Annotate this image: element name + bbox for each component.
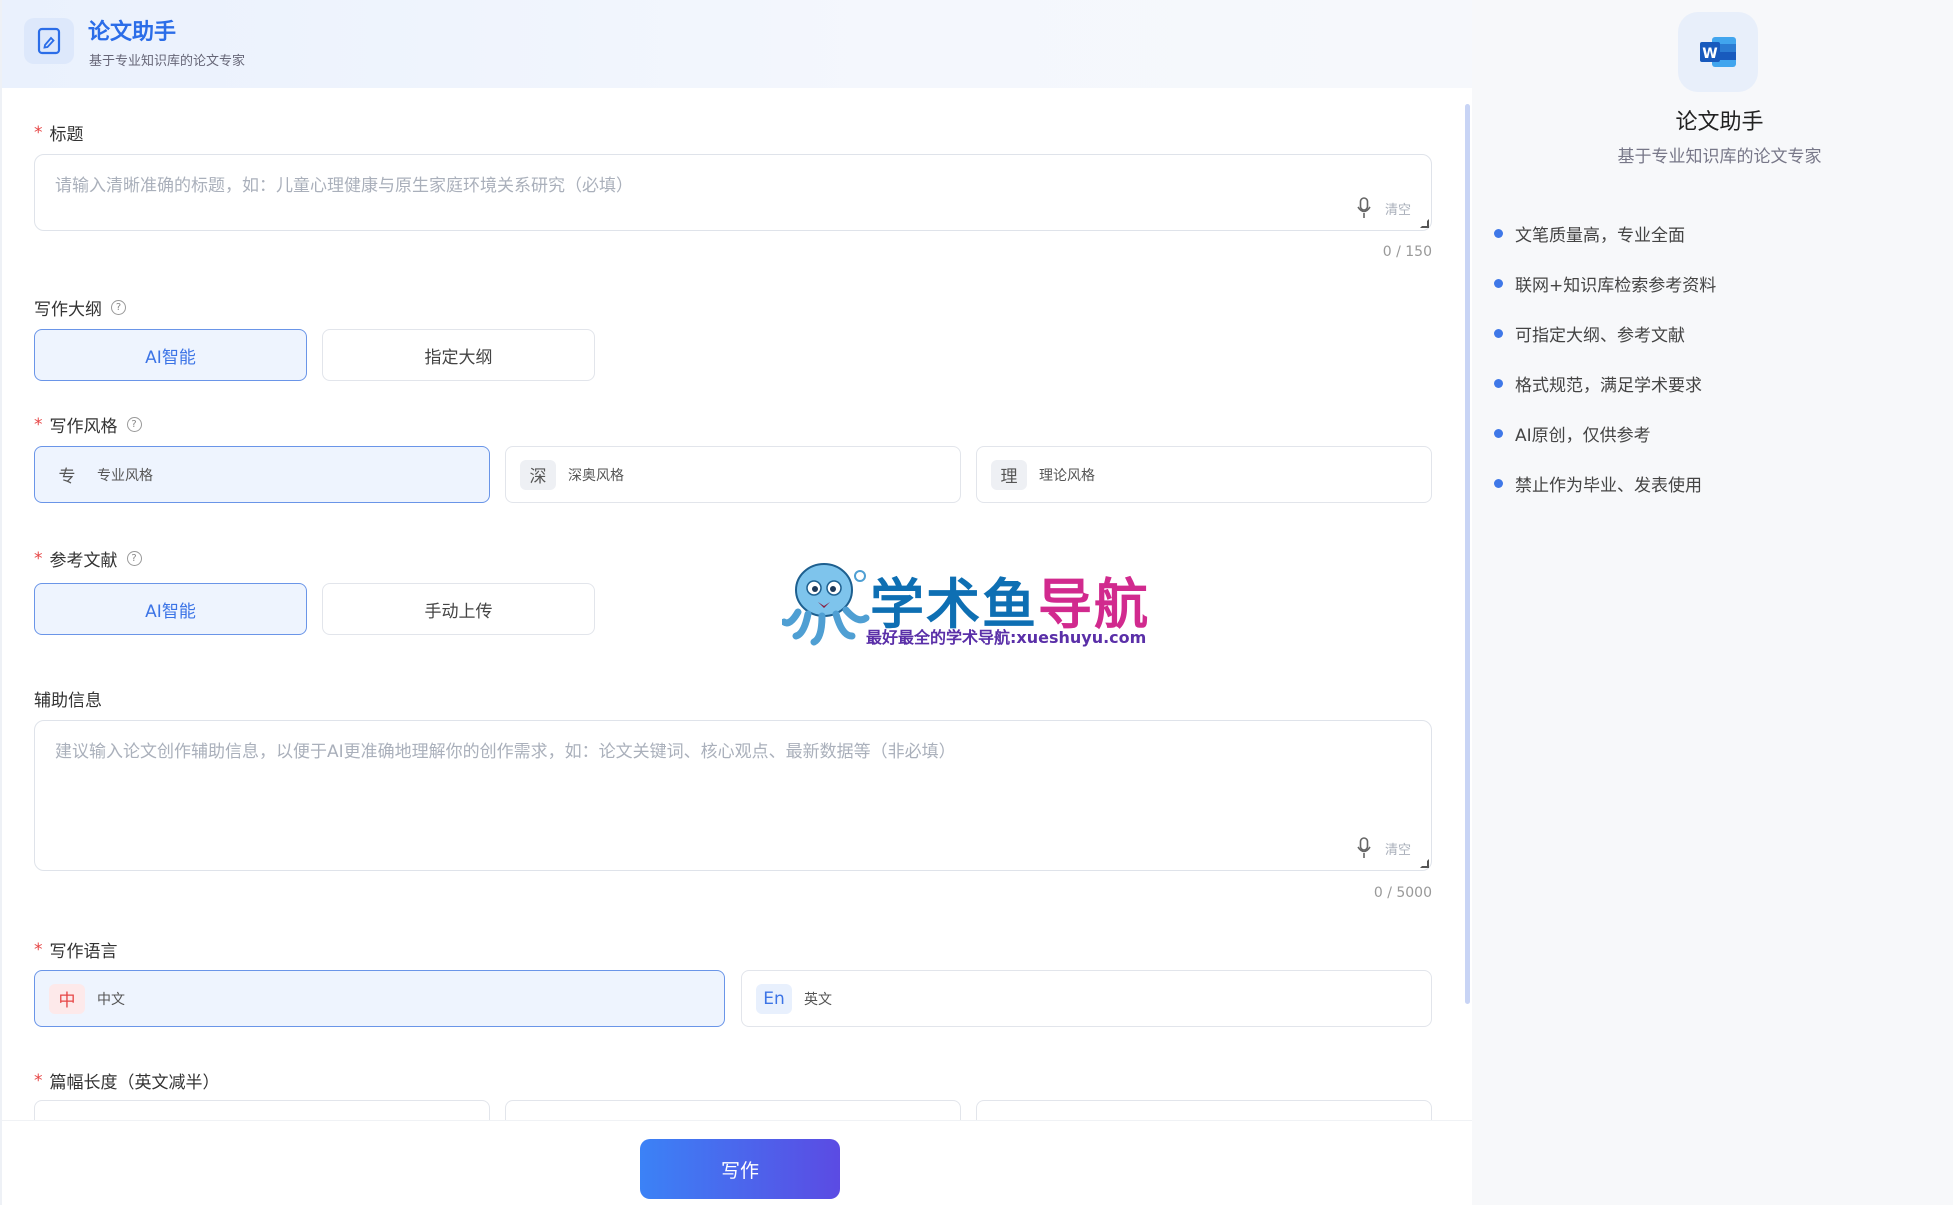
- aux-info-counter: 0 / 5000: [1373, 885, 1432, 901]
- feature-item: 联网+知识库检索参考资料: [1494, 271, 1716, 296]
- title-label: * 标题: [34, 122, 84, 146]
- bullet-dot: [1494, 329, 1503, 338]
- microphone-icon[interactable]: [1357, 837, 1371, 859]
- feature-item: 格式规范，满足学术要求: [1494, 371, 1702, 396]
- style-option-theory[interactable]: 理 理论风格: [976, 446, 1432, 503]
- title-input[interactable]: 请输入清晰准确的标题，如：儿童心理健康与原生家庭环境关系研究（必填） 清空: [34, 154, 1432, 231]
- sidebar-title: 论文助手: [1675, 110, 1764, 135]
- aux-info-label: 辅助信息: [34, 691, 102, 711]
- style-text: 理论风格: [1039, 467, 1095, 484]
- bullet-dot: [1494, 379, 1503, 388]
- bullet-dot: [1494, 429, 1503, 438]
- clear-button[interactable]: 清空: [1385, 839, 1411, 858]
- scrollbar[interactable]: [1462, 92, 1472, 1117]
- aux-info-placeholder: 建议输入论文创作辅助信息，以便于AI更准确地理解你的创作需求，如：论文关键词、核…: [55, 742, 956, 762]
- style-option-deep[interactable]: 深 深奥风格: [505, 446, 961, 503]
- bullet-dot: [1494, 479, 1503, 488]
- page-header: 论文助手 基于专业知识库的论文专家: [2, 0, 1474, 88]
- style-label: * 写作风格?: [34, 412, 142, 437]
- english-badge: En: [756, 983, 792, 1014]
- scrollbar-thumb[interactable]: [1465, 104, 1470, 1004]
- language-text: 中文: [97, 991, 125, 1008]
- style-badge: 深: [520, 459, 556, 490]
- required-mark: *: [34, 414, 43, 435]
- help-icon[interactable]: ?: [126, 417, 142, 432]
- style-option-professional[interactable]: 专 专业风格: [34, 446, 490, 503]
- feature-item: 可指定大纲、参考文献: [1494, 321, 1685, 346]
- required-mark: *: [34, 1070, 43, 1091]
- references-option-upload[interactable]: 手动上传: [322, 583, 595, 635]
- edit-document-icon: [24, 18, 74, 64]
- watermark-subtitle: 最好最全的学术导航:xueshuyu.com: [866, 628, 1147, 647]
- aux-info-input[interactable]: 建议输入论文创作辅助信息，以便于AI更准确地理解你的创作需求，如：论文关键词、核…: [34, 720, 1432, 871]
- page-title: 论文助手: [88, 20, 177, 45]
- svg-text:W: W: [1702, 46, 1717, 62]
- microphone-icon[interactable]: [1357, 197, 1371, 219]
- outline-option-ai[interactable]: AI智能: [34, 329, 307, 381]
- language-text: 英文: [804, 991, 832, 1008]
- language-option-english[interactable]: En 英文: [741, 970, 1432, 1027]
- page-subtitle: 基于专业知识库的论文专家: [89, 54, 246, 69]
- required-mark: *: [34, 939, 43, 960]
- language-label: * 写作语言: [34, 939, 118, 963]
- references-option-ai[interactable]: AI智能: [34, 583, 307, 635]
- references-label: * 参考文献?: [34, 546, 142, 571]
- style-badge: 理: [991, 459, 1027, 490]
- required-mark: *: [34, 548, 43, 569]
- length-label: * 篇幅长度（英文减半）: [34, 1070, 220, 1094]
- chinese-badge: 中: [49, 983, 85, 1014]
- feature-item: 文笔质量高，专业全面: [1494, 221, 1685, 246]
- outline-option-custom[interactable]: 指定大纲: [322, 329, 595, 381]
- feature-item: 禁止作为毕业、发表使用: [1494, 471, 1702, 496]
- sidebar-subtitle: 基于专业知识库的论文专家: [1617, 147, 1822, 167]
- bullet-dot: [1494, 279, 1503, 288]
- help-icon[interactable]: ?: [126, 551, 142, 566]
- write-button[interactable]: 写作: [640, 1139, 840, 1199]
- style-text: 深奥风格: [568, 467, 624, 484]
- help-icon[interactable]: ?: [111, 300, 126, 315]
- octopus-icon: [782, 563, 870, 646]
- title-counter: 0 / 150: [1382, 244, 1432, 260]
- word-app-icon: W: [1678, 12, 1758, 92]
- required-mark: *: [34, 122, 43, 143]
- style-badge: 专: [49, 459, 85, 490]
- watermark-logo: 学术鱼导航 最好最全的学术导航:xueshuyu.com: [782, 556, 1182, 647]
- language-option-chinese[interactable]: 中 中文: [34, 970, 725, 1027]
- resize-handle[interactable]: [1420, 219, 1429, 228]
- feature-item: AI原创，仅供参考: [1494, 421, 1651, 446]
- style-text: 专业风格: [97, 467, 153, 484]
- title-placeholder: 请输入清晰准确的标题，如：儿童心理健康与原生家庭环境关系研究（必填）: [55, 176, 633, 196]
- resize-handle[interactable]: [1420, 859, 1429, 868]
- info-sidebar: W 论文助手 基于专业知识库的论文专家 文笔质量高，专业全面 联网+知识库检索参…: [1472, 0, 1953, 1205]
- bullet-dot: [1494, 229, 1503, 238]
- main-panel: 论文助手 基于专业知识库的论文专家 * 标题 请输入清晰准确的标题，如：儿童心理健…: [0, 0, 1474, 1205]
- clear-button[interactable]: 清空: [1385, 199, 1411, 218]
- outline-label: 写作大纲?: [34, 295, 126, 320]
